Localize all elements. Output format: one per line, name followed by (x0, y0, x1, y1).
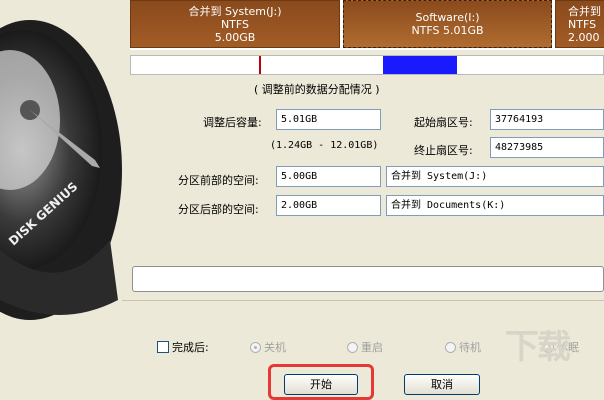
radio-circle[interactable] (445, 342, 456, 353)
radio-standby[interactable]: 待机 (445, 339, 481, 355)
progress-bar (132, 266, 604, 292)
partition-size: 5.00GB (214, 31, 256, 44)
section-title: ( 调整前的数据分配情况 ) (254, 83, 380, 96)
partition-fs: NTFS (568, 18, 597, 31)
size-after-input[interactable]: 5.01GB (276, 109, 381, 130)
radio-label: 关机 (264, 341, 286, 354)
radio-shutdown[interactable]: 关机 (250, 339, 286, 355)
radio-circle[interactable] (250, 342, 261, 353)
end-sector-label: 终止扇区号: (414, 144, 473, 157)
watermark: 下载 (505, 330, 571, 367)
partition-block-system[interactable]: 合并到 System(J:) NTFS 5.00GB (130, 0, 340, 48)
cancel-button[interactable]: 取消 (404, 374, 480, 395)
partition-fs: NTFS 5.01GB (411, 24, 484, 37)
boundary-marker[interactable] (259, 56, 261, 74)
partition-position-bar[interactable] (130, 55, 604, 75)
partition-block-software[interactable]: Software(I:) NTFS 5.01GB (343, 0, 552, 48)
partition-block-documents[interactable]: 合并到 Docum NTFS 2.000 (555, 0, 604, 48)
size-after-label: 调整后容量: (203, 116, 262, 129)
back-space-input[interactable]: 2.00GB (276, 195, 381, 216)
back-space-target-select[interactable]: 合并到 Documents(K:) (386, 195, 604, 216)
end-sector-input[interactable]: 48273985 (490, 137, 604, 158)
partition-size: 2.000 (568, 31, 600, 44)
partition-name: 合并到 System(J:) (188, 5, 282, 18)
partition-fs: NTFS (220, 18, 250, 31)
front-space-input[interactable]: 5.00GB (276, 166, 381, 187)
after-done-checkbox[interactable]: 完成后: (157, 339, 209, 355)
front-space-label: 分区前部的空间: (178, 174, 259, 187)
after-done-label: 完成后: (172, 341, 209, 354)
radio-label: 重启 (361, 341, 383, 354)
disk-genius-logo: DISK GENIUS (0, 0, 122, 400)
separator (122, 300, 604, 301)
partition-name: Software(I:) (415, 11, 480, 24)
back-space-label: 分区后部的空间: (178, 203, 259, 216)
front-space-target-select[interactable]: 合并到 System(J:) (386, 166, 604, 187)
radio-circle[interactable] (347, 342, 358, 353)
start-sector-label: 起始扇区号: (414, 116, 473, 129)
radio-restart[interactable]: 重启 (347, 339, 383, 355)
partition-map: 合并到 System(J:) NTFS 5.00GB Software(I:) … (130, 0, 604, 50)
radio-label: 待机 (459, 341, 481, 354)
start-sector-input[interactable]: 37764193 (490, 109, 604, 130)
size-range-text: (1.24GB - 12.01GB) (270, 140, 379, 151)
checkbox-box[interactable] (157, 341, 169, 353)
partition-name: 合并到 Docum (568, 5, 604, 18)
partition-range-fill (383, 56, 457, 74)
start-button[interactable]: 开始 (284, 374, 358, 395)
